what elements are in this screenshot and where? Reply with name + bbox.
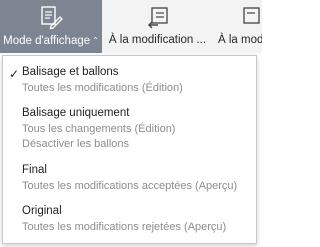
previous-change-icon bbox=[145, 4, 171, 30]
view-mode-icon bbox=[38, 4, 64, 30]
menu-item-description: Toutes les modifications (Édition) bbox=[22, 82, 183, 94]
menu-item-markup-and-balloons[interactable]: ✓ Balisage et ballons Toutes les modific… bbox=[3, 58, 256, 96]
menu-item-title: Balisage et ballons bbox=[22, 66, 119, 78]
next-change-label: À la modification bbox=[218, 34, 262, 46]
menu-item-final[interactable]: Final Toutes les modifications acceptées… bbox=[3, 161, 256, 199]
menu-item-title: Final bbox=[22, 164, 47, 176]
menu-item-description: Tous les changements (Édition) bbox=[22, 123, 176, 135]
menu-item-description: Désactiver les ballons bbox=[22, 138, 129, 150]
previous-change-label: À la modification ... bbox=[108, 34, 207, 46]
menu-item-description: Toutes les modifications acceptées (Aper… bbox=[22, 180, 238, 192]
next-change-icon bbox=[240, 4, 262, 30]
menu-item-title: Original bbox=[22, 205, 62, 217]
display-mode-dropdown: ✓ Balisage et ballons Toutes les modific… bbox=[2, 55, 257, 244]
display-mode-label: Mode d'affichage bbox=[3, 35, 91, 47]
previous-change-button[interactable]: À la modification ... bbox=[104, 0, 211, 53]
next-change-button[interactable]: À la modification bbox=[214, 0, 262, 53]
chevron-up-icon: ⌃ bbox=[92, 36, 99, 45]
menu-item-markup-only[interactable]: Balisage uniquement Tous les changements… bbox=[3, 104, 256, 156]
checkmark-icon: ✓ bbox=[9, 67, 20, 81]
review-ribbon: Mode d'affichage ⌃ À la modification ... … bbox=[0, 0, 262, 53]
display-mode-button[interactable]: Mode d'affichage ⌃ bbox=[0, 0, 102, 53]
menu-item-original[interactable]: Original Toutes les modifications rejeté… bbox=[3, 202, 256, 240]
menu-item-title: Balisage uniquement bbox=[22, 107, 130, 119]
menu-item-description: Toutes les modifications rejetées (Aperç… bbox=[22, 221, 227, 233]
